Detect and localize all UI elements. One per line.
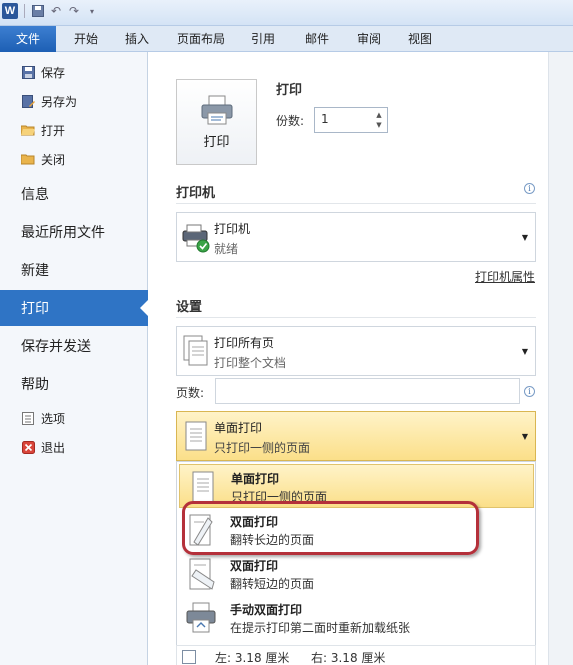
customize-qat-icon[interactable]: ▾: [85, 4, 99, 18]
print-title: 打印: [276, 83, 303, 98]
save-icon: [21, 65, 35, 79]
info-icon[interactable]: i: [524, 183, 535, 194]
nav-print[interactable]: 打印: [0, 290, 149, 326]
duplex-selected-desc: 只打印一侧的页面: [214, 441, 311, 455]
nav-new[interactable]: 新建: [0, 252, 148, 288]
one-sided-icon: [185, 421, 207, 451]
save-as-icon: [21, 94, 35, 108]
pages-input[interactable]: [215, 378, 520, 404]
option-manual-duplex[interactable]: 手动双面打印 在提示打印第二面时重新加载纸张: [179, 596, 534, 640]
tab-view[interactable]: 视图: [404, 26, 436, 52]
print-range-desc: 打印整个文档: [214, 356, 287, 370]
print-button[interactable]: 打印: [176, 79, 257, 165]
pages-icon: [183, 335, 208, 366]
nav-exit[interactable]: 退出: [0, 433, 148, 461]
options-icon: [21, 411, 35, 425]
nav-help[interactable]: 帮助: [0, 366, 148, 402]
margins-icon: [182, 650, 196, 664]
option-desc: 在提示打印第二面时重新加载纸张: [230, 621, 411, 635]
copies-stepper[interactable]: 1 ▲ ▼: [314, 107, 388, 133]
copies-label: 份数:: [276, 114, 305, 128]
margins-dropdown[interactable]: 左: 3.18 厘米 右: 3.18 厘米: [176, 645, 536, 665]
printer-status: 就绪: [214, 242, 239, 256]
nav-recent[interactable]: 最近所用文件: [0, 214, 148, 250]
print-button-label: 打印: [203, 134, 230, 150]
tab-review[interactable]: 审阅: [353, 26, 385, 52]
nav-exit-label: 退出: [41, 440, 66, 455]
title-bar: W ↶ ↷ ▾: [0, 0, 573, 26]
print-range-dropdown[interactable]: 打印所有页 打印整个文档 ▼: [176, 326, 536, 376]
tab-file[interactable]: 文件: [0, 26, 56, 52]
close-folder-icon: [21, 152, 35, 166]
tab-mailings[interactable]: 邮件: [301, 26, 333, 52]
flip-short-edge-icon: [189, 558, 215, 590]
printer-heading: 打印机: [176, 186, 216, 201]
redo-icon[interactable]: ↷: [67, 4, 81, 18]
nav-open[interactable]: 打开: [0, 116, 148, 144]
option-duplex-long-edge[interactable]: 双面打印 翻转长边的页面: [179, 508, 534, 552]
ribbon-tabs: 文件 开始 插入 页面布局 引用 邮件 审阅 视图: [0, 26, 573, 52]
undo-icon[interactable]: ↶: [49, 4, 63, 18]
dropdown-arrow-icon: ▼: [521, 347, 528, 356]
nav-save-as[interactable]: 另存为: [0, 87, 148, 115]
flip-long-edge-icon: [189, 514, 213, 546]
option-title: 双面打印: [230, 515, 279, 529]
qat-separator: [24, 4, 25, 18]
option-desc: 翻转长边的页面: [230, 533, 315, 547]
divider: [176, 203, 536, 204]
info-icon[interactable]: i: [524, 386, 535, 397]
printer-properties-link[interactable]: 打印机属性: [475, 268, 535, 285]
copies-spin-arrows[interactable]: ▲ ▼: [373, 110, 385, 130]
nav-info[interactable]: 信息: [0, 176, 148, 212]
margin-left: 左: 3.18 厘米: [215, 651, 290, 665]
print-range-title: 打印所有页: [214, 336, 275, 350]
printer-name: 打印机: [214, 222, 251, 236]
tab-insert[interactable]: 插入: [121, 26, 153, 52]
nav-save-as-label: 另存为: [41, 94, 78, 109]
settings-heading: 设置: [176, 300, 203, 315]
nav-save[interactable]: 保存: [0, 58, 148, 86]
vertical-scrollbar[interactable]: [548, 52, 573, 665]
option-desc: 翻转短边的页面: [230, 577, 315, 591]
quick-access-toolbar: W ↶ ↷ ▾: [2, 3, 99, 19]
dropdown-arrow-icon: ▼: [521, 432, 528, 441]
nav-close[interactable]: 关闭: [0, 145, 148, 173]
option-one-sided[interactable]: 单面打印 只打印一侧的页面: [179, 464, 534, 508]
tab-references[interactable]: 引用: [247, 26, 279, 52]
nav-options[interactable]: 选项: [0, 404, 148, 432]
tab-home[interactable]: 开始: [70, 26, 102, 52]
printer-icon: [201, 95, 232, 124]
printer-dropdown[interactable]: 打印机 就绪 ▼: [176, 212, 536, 262]
backstage-nav: 保存 另存为 打开 关闭 信息 最近所用文件 新建 打印 保存并发送 帮助 选项…: [0, 52, 149, 665]
option-duplex-short-edge[interactable]: 双面打印 翻转短边的页面: [179, 552, 534, 596]
open-folder-icon: [21, 123, 35, 137]
exit-icon: [21, 440, 35, 454]
margin-right: 右: 3.18 厘米: [311, 651, 386, 665]
copies-value: 1: [321, 112, 329, 126]
printer-ready-icon: [182, 224, 210, 253]
manual-duplex-printer-icon: [186, 602, 216, 633]
option-title: 双面打印: [230, 559, 279, 573]
dropdown-arrow-icon: ▼: [521, 233, 528, 242]
divider: [176, 317, 536, 318]
option-title: 单面打印: [231, 472, 280, 486]
nav-save-label: 保存: [41, 65, 66, 80]
nav-open-label: 打开: [41, 123, 66, 138]
option-desc: 只打印一侧的页面: [231, 490, 328, 504]
duplex-selected-title: 单面打印: [214, 421, 263, 435]
duplex-options-list: 单面打印 只打印一侧的页面 双面打印 翻转长边的页面 双面打印 翻转短边的页面 …: [176, 461, 536, 665]
one-sided-icon: [192, 471, 214, 503]
save-icon[interactable]: [31, 4, 45, 18]
tab-page-layout[interactable]: 页面布局: [173, 26, 229, 52]
option-title: 手动双面打印: [230, 603, 303, 617]
nav-options-label: 选项: [41, 411, 66, 426]
pages-label: 页数:: [176, 386, 205, 400]
nav-save-send[interactable]: 保存并发送: [0, 328, 148, 364]
word-logo-icon[interactable]: W: [2, 3, 18, 19]
duplex-dropdown[interactable]: 单面打印 只打印一侧的页面 ▼: [176, 411, 536, 461]
nav-close-label: 关闭: [41, 152, 66, 167]
